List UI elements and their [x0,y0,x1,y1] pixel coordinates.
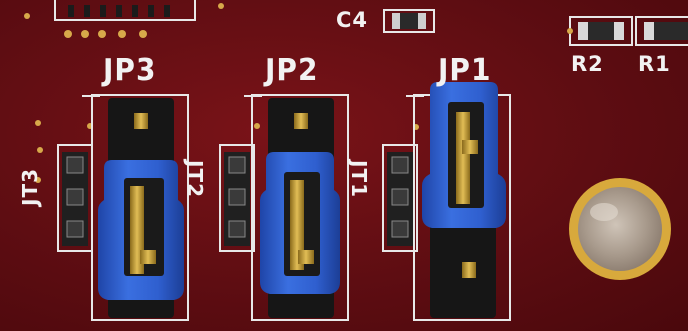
test-header-jt2 [219,144,255,252]
capacitor-label-c4: C4 [336,8,369,32]
jumper-label-jp2: JP2 [265,51,319,88]
test-header-jt1 [382,144,418,252]
jumper-label-jp1: JP1 [438,51,492,88]
test-header-jt3 [57,144,93,252]
jumper-label-jp3: JP3 [103,51,157,88]
resistor-label-r2: R2 [571,52,604,76]
ic-footprint [54,0,196,38]
pcb-photo: JP3 JP2 JP1 JT3 JT2 JT1 C4 R2 R1 [0,0,688,331]
resistor-r1 [635,16,688,46]
pcb-artwork [24,0,688,321]
resistor-label-r1: R1 [638,52,671,76]
mounting-pad [569,178,671,280]
header-label-jt2: JT2 [183,160,207,198]
capacitor-c4 [383,9,435,33]
jumper-jp3[interactable] [82,94,189,321]
header-label-jt1: JT1 [347,160,371,198]
header-label-jt3: JT3 [18,168,42,206]
resistor-r2 [567,16,633,46]
jumper-jp2[interactable] [244,94,349,321]
jumper-jp1[interactable] [406,82,511,321]
